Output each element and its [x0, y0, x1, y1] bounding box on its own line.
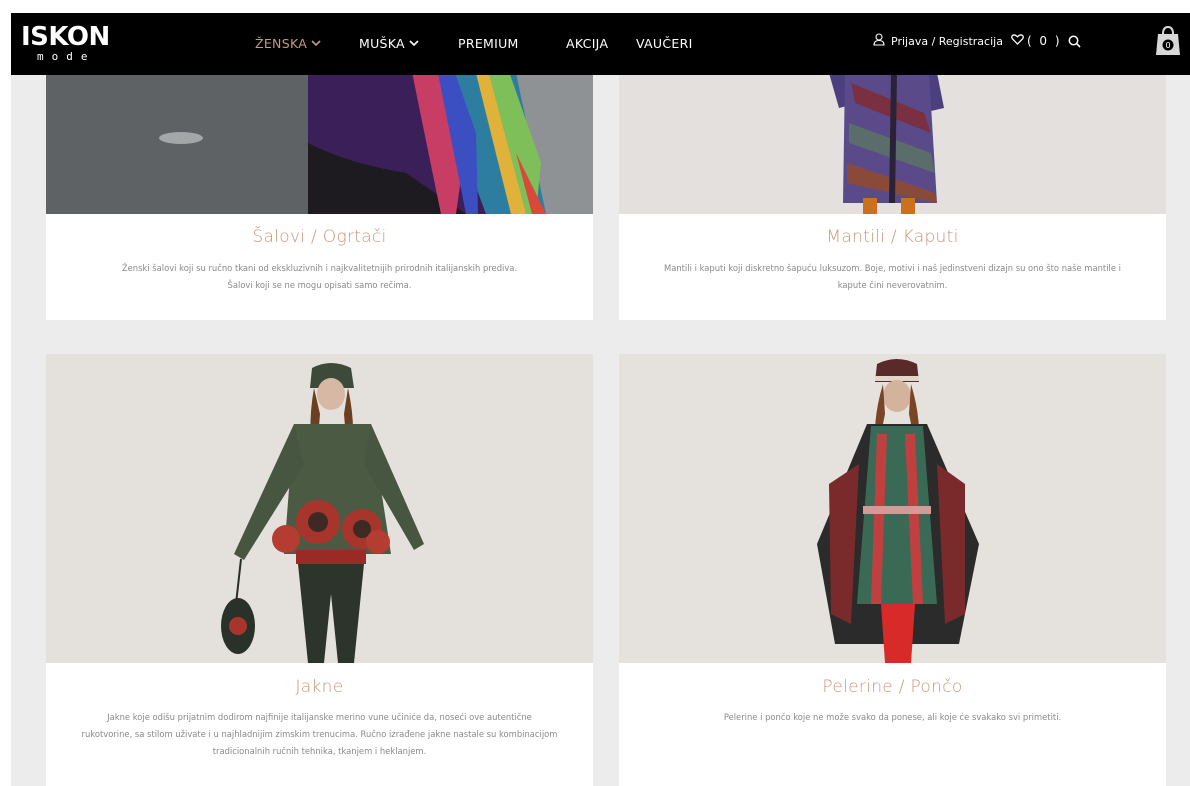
nav-item-vauceri[interactable]: VAUČERI — [636, 36, 693, 51]
jacket-model-photo — [46, 354, 593, 663]
description-line: Mantili i kaputi koji diskretno šapuću l… — [663, 263, 1121, 273]
brand-logo[interactable]: ISKON mode — [21, 23, 116, 69]
shopping-bag-icon[interactable]: 0 — [1155, 25, 1181, 57]
category-description: Jakne koje odišu prijatnim dodirom najfi… — [46, 709, 593, 760]
wishlist-button[interactable]: ( 0 ) — [1011, 34, 1062, 48]
nav-label: AKCIJA — [566, 35, 609, 51]
logo-wordmark: ISKON — [21, 22, 110, 52]
login-register-link[interactable]: Prijava / Registracija — [891, 35, 1003, 48]
main-menu: ŽENSKA MUŠKA PREMIUM AKCIJA VAUČERI — [255, 33, 693, 53]
description-line: Šalovi koji se ne mogu opisati samo reči… — [227, 280, 412, 290]
heart-icon — [1011, 34, 1024, 48]
wishlist-count: ( 0 ) — [1026, 34, 1062, 48]
category-description: Mantili i kaputi koji diskretno šapuću l… — [619, 260, 1166, 294]
nav-item-zenska[interactable]: ŽENSKA — [255, 36, 359, 51]
search-icon[interactable] — [1068, 35, 1081, 48]
category-title[interactable]: Pelerine / Pončo — [619, 677, 1166, 697]
category-image-pelerine[interactable] — [619, 354, 1166, 663]
nav-item-akcija[interactable]: AKCIJA — [566, 36, 636, 51]
description-line: kapute čini neverovatnim. — [837, 280, 948, 290]
chevron-down-icon — [409, 39, 419, 47]
cart-count: 0 — [1165, 41, 1170, 50]
description-line: rukotvorine, sa stilom uživate i u najhl… — [81, 729, 558, 739]
description-line: Jakne koje odišu prijatnim dodirom najfi… — [107, 712, 532, 722]
category-card-pelerine[interactable]: Pelerine / Pončo Pelerine i pončo koje n… — [619, 354, 1166, 786]
account-area: Prijava / Registracija ( 0 ) — [873, 31, 1081, 51]
top-navigation-bar: ISKON mode ŽENSKA MUŠKA PREMIUM AKCIJA V… — [11, 13, 1190, 75]
category-image-jakne[interactable] — [46, 354, 593, 663]
chevron-down-icon — [311, 39, 321, 47]
nav-item-premium[interactable]: PREMIUM — [458, 36, 566, 51]
nav-label: ŽENSKA — [255, 35, 308, 51]
poncho-model-photo — [619, 354, 1166, 663]
nav-label: VAUČERI — [636, 35, 693, 51]
nav-label: MUŠKA — [359, 35, 405, 51]
category-title[interactable]: Mantili / Kaputi — [619, 227, 1166, 247]
description-line: Pelerine i pončo koje ne može svako da p… — [723, 712, 1062, 722]
logo-subtitle: mode — [37, 50, 96, 63]
category-description: Pelerine i pončo koje ne može svako da p… — [619, 709, 1166, 726]
description-line: Ženski šalovi koji su ručno tkani od eks… — [121, 263, 518, 273]
nav-item-muska[interactable]: MUŠKA — [359, 36, 458, 51]
description-line: tradicionalnih ručnih tehnika, tkanjem i… — [212, 746, 427, 756]
category-description: Ženski šalovi koji su ručno tkani od eks… — [46, 260, 593, 294]
category-title[interactable]: Šalovi / Ogrtači — [46, 227, 593, 247]
nav-label: PREMIUM — [458, 35, 519, 51]
user-icon[interactable] — [873, 33, 885, 49]
category-title[interactable]: Jakne — [46, 677, 593, 697]
category-card-jakne[interactable]: Jakne Jakne koje odišu prijatnim dodirom… — [46, 354, 593, 786]
